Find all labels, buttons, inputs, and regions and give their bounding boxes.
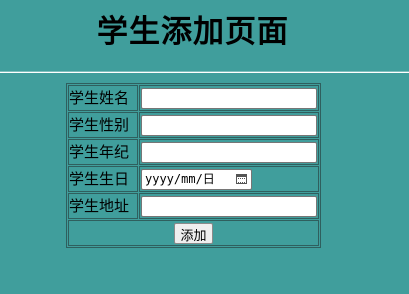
name-input[interactable] (141, 88, 317, 109)
page-title: 学生添加页面 (97, 14, 289, 50)
add-button[interactable]: 添加 (174, 223, 213, 244)
form-row-birthday: 学生生日 yyyy/mm/日 (68, 166, 319, 192)
form-row-submit: 添加 (68, 220, 319, 246)
birthday-label: 学生生日 (68, 166, 138, 192)
birthday-placeholder: yyyy/mm/日 (145, 172, 215, 186)
gender-label: 学生性别 (68, 112, 138, 138)
name-label: 学生姓名 (68, 85, 138, 111)
gender-input[interactable] (141, 115, 317, 136)
address-input[interactable] (141, 196, 317, 217)
form-row-address: 学生地址 (68, 193, 319, 219)
student-add-form: 学生姓名 学生性别 学生年纪 学生生日 yyyy/mm/日 学生地址 添加 (66, 83, 321, 248)
divider (0, 71, 409, 73)
birthday-date-input[interactable]: yyyy/mm/日 (141, 169, 252, 190)
address-label: 学生地址 (68, 193, 138, 219)
form-row-gender: 学生性别 (68, 112, 319, 138)
age-label: 学生年纪 (68, 139, 138, 165)
calendar-icon[interactable] (236, 174, 247, 184)
form-row-name: 学生姓名 (68, 85, 319, 111)
age-input[interactable] (141, 142, 317, 163)
form-row-age: 学生年纪 (68, 139, 319, 165)
